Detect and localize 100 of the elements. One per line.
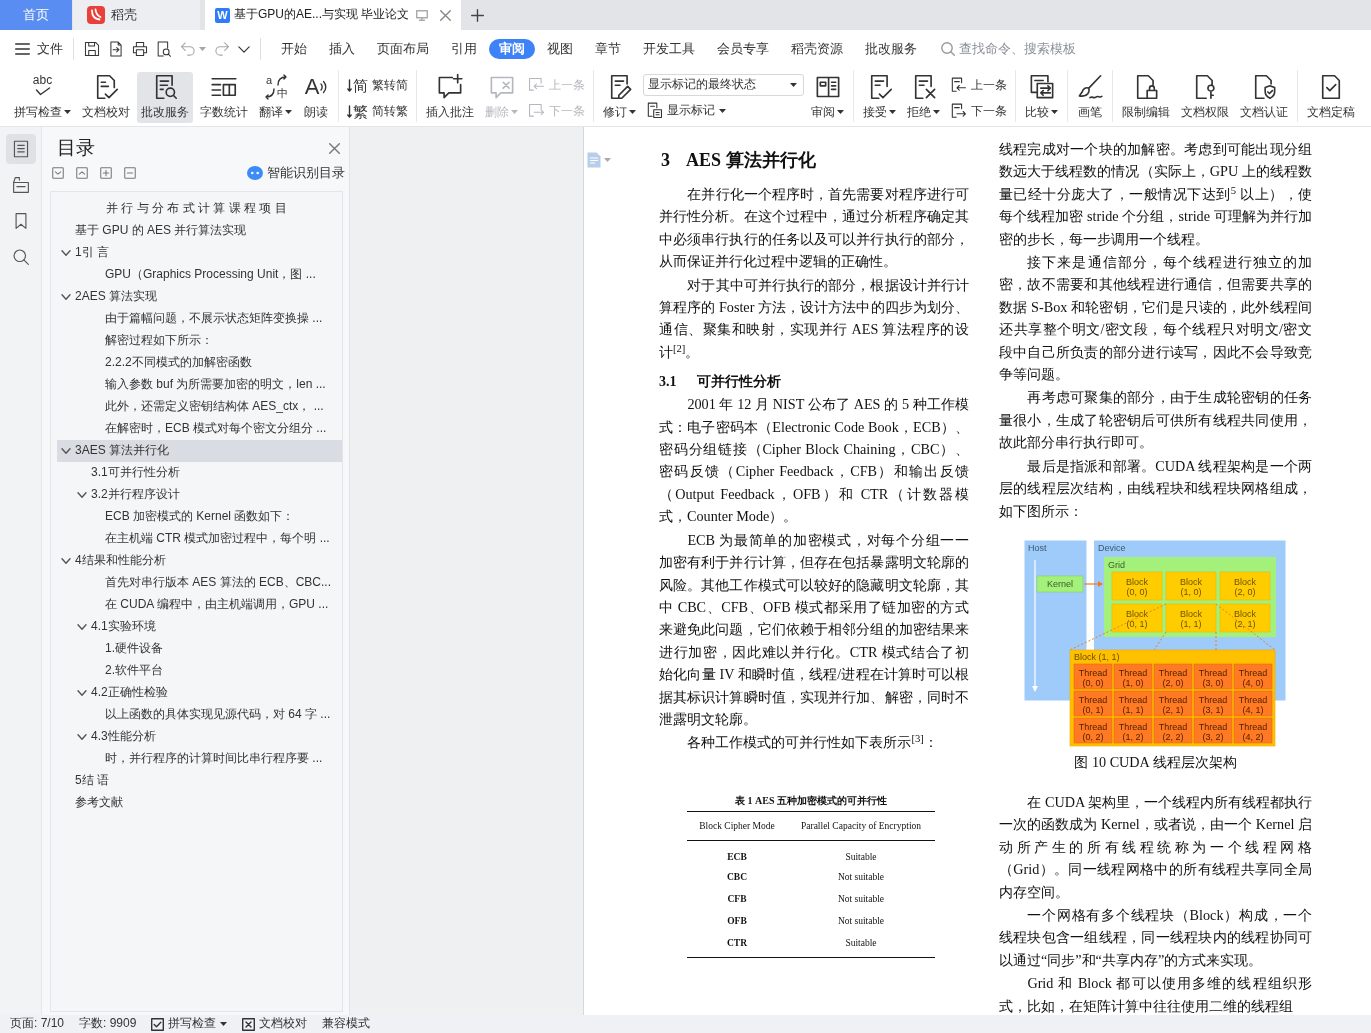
ribbon-button[interactable]: 比较 (1021, 72, 1062, 123)
document-arrow-icon[interactable] (108, 41, 124, 57)
ribbon-button[interactable]: abc 拼写检查 (10, 72, 75, 123)
sidebar-tab[interactable] (5, 134, 36, 164)
ribbon-button[interactable]: 接受 (859, 72, 900, 123)
toc-item[interactable]: ECB 加密模式的 Kernel 函数如下： (57, 506, 342, 528)
chevron-icon[interactable] (77, 624, 87, 630)
toc-item[interactable]: 基于 GPU 的 AES 并行算法实现 (57, 220, 342, 242)
table-cell-text: OFB (726, 915, 748, 929)
menu-tab[interactable]: 页面布局 (367, 39, 439, 59)
toc-item[interactable]: 1引 言 (57, 242, 342, 264)
ribbon-button[interactable]: A 朗读 (299, 72, 333, 123)
chevron-icon[interactable] (77, 690, 87, 696)
ribbon-small-button[interactable]: 下一条 (947, 100, 1010, 123)
close-icon[interactable] (440, 9, 452, 21)
chevron-down-icon[interactable] (238, 45, 250, 53)
toc-item[interactable]: 4.3性能分析 (57, 726, 342, 748)
toc-item[interactable]: 在主机端 CTR 模式加密过程中，每个明 ... (57, 528, 342, 550)
toc-item[interactable]: 此外，还需定义密钥结构体 AES_ctx， ... (57, 396, 342, 418)
smart-toc-button[interactable]: 智能识别目录 (247, 164, 345, 182)
ribbon-button[interactable]: 画笔 (1073, 72, 1107, 123)
ribbon-button[interactable]: 限制编辑 (1118, 72, 1174, 123)
chevron-icon[interactable] (77, 734, 87, 740)
ribbon-small-button[interactable]: 显示标记 (643, 99, 804, 122)
document-list-icon (11, 140, 30, 158)
menu-tab[interactable]: 引用 (441, 39, 487, 59)
save-icon[interactable] (84, 41, 100, 57)
ribbon-button[interactable]: 文档校对 (78, 72, 134, 123)
ribbon-button[interactable]: 修订 (599, 72, 640, 123)
menu-tab[interactable]: 插入 (319, 39, 365, 59)
toc-item[interactable]: 3.2并行程序设计 (57, 484, 342, 506)
ribbon-button[interactable]: 文档权限 (1177, 72, 1233, 123)
menu-tab[interactable]: 会员专享 (707, 39, 779, 59)
ribbon-small-button[interactable]: 上一条 (947, 74, 1010, 97)
ribbon-small-button[interactable]: 繁 简转繁 (344, 100, 411, 123)
menu-tab[interactable]: 稻壳资源 (781, 39, 853, 59)
toc-item[interactable]: 由于篇幅问题，不展示状态矩阵变换操 ... (57, 308, 342, 330)
body-paragraph: 在并行化一个程序时，首先需要对程序进行可并行性分析。在这个过程中，通过分析程序确定其中必须串行执行的任务以及可以并行执行的部分，从而保证并行化过程中逻辑的正确性。 (659, 185, 969, 272)
toc-item[interactable]: 1.硬件设备 (57, 638, 342, 660)
chevron-icon[interactable] (61, 294, 71, 300)
close-icon[interactable] (329, 142, 340, 154)
file-menu-button[interactable]: 文件 (15, 40, 63, 58)
ribbon-button[interactable]: 文档定稿 (1303, 72, 1359, 123)
toc-item[interactable]: 3AES 算法并行化 (57, 440, 342, 462)
caret-icon (837, 110, 844, 114)
body-paragraph: ECB 为最简单的加密模式，对每个分组一一加密有利于并行计算，但存在包括暴露明文轮廓的风险。其他工作模式可以较好的隐藏明文轮廓，其中 CBC、CFB、OFB 模式都采用了链加密的方式来避免此问题，它们依赖于相邻分组的加密结果来进行加密，因此难以并行化。CTR 模式结合了初始化向量 IV 和瞬时值，线程/进程在计算时可以根据其标识计算瞬时值，实现并行加、解密，同时不泄露明文轮廓。 (659, 530, 969, 729)
toc-item[interactable]: 在 CUDA 编程中，由主机端调用，GPU ... (57, 594, 342, 616)
block-node: Block (0, 1) (1111, 603, 1163, 633)
print-icon[interactable] (132, 41, 148, 57)
ribbon-button[interactable]: 插入批注 (422, 72, 478, 123)
toc-item[interactable]: 并 行 与 分 布 式 计 算 课 程 项 目 (57, 198, 342, 220)
ribbon-button[interactable]: 拒绝 (903, 72, 944, 123)
ribbon-button[interactable]: 字数统计 (196, 72, 252, 123)
toc-item[interactable]: 解密过程如下所示： (57, 330, 342, 352)
caret-icon (604, 158, 611, 162)
toc-item[interactable]: 2AES 算法实现 (57, 286, 342, 308)
toc-item[interactable]: 2.软件平台 (57, 660, 342, 682)
expand-all-icon[interactable] (52, 167, 64, 179)
menu-tab[interactable]: 审阅 (489, 39, 535, 59)
thread-cell: Thread (3, 1) (1193, 690, 1233, 717)
chevron-icon[interactable] (61, 558, 71, 564)
ribbon-small-button[interactable]: 简 繁转简 (344, 74, 411, 97)
toc-item[interactable]: 时，并行程序的计算时间比串行程序要 ... (57, 748, 342, 770)
ribbon-button[interactable]: 文档认证 (1236, 72, 1292, 123)
menu-tab[interactable]: 章节 (585, 39, 631, 59)
document-back-icon (950, 77, 967, 94)
document-magnifier-icon[interactable] (156, 41, 172, 57)
toc-item[interactable]: GPU（Graphics Processing Unit，图 ... (57, 264, 342, 286)
window-tab[interactable]: 稻壳 (73, 0, 200, 30)
toc-item[interactable]: 输入参数 buf 为所需要加密的明文，len ... (57, 374, 342, 396)
toc-item[interactable]: 5结 语 (57, 770, 342, 792)
window-tab[interactable]: W 基于GPU的AE...与实现 毕业论文 (205, 0, 462, 30)
status-button[interactable]: 拼写检查 (151, 1016, 228, 1032)
collapse-all-icon[interactable] (76, 167, 88, 179)
toc-item[interactable]: 首先对串行版本 AES 算法的 ECB、CBC... (57, 572, 342, 594)
toc-item[interactable]: 参考文献 (57, 792, 342, 814)
ribbon-button[interactable]: 审阅 (807, 72, 848, 123)
chevron-icon[interactable] (61, 448, 71, 454)
toc-item[interactable]: 以上函数的具体实现见源代码，对 64 字 ... (57, 704, 342, 726)
plus-square-icon[interactable] (100, 167, 112, 179)
menu-tab[interactable]: 开发工具 (633, 39, 705, 59)
toc-item[interactable]: 4.1实验环境 (57, 616, 342, 638)
toc-item[interactable]: 3.1可并行性分析 (57, 462, 342, 484)
minus-square-icon[interactable] (124, 167, 136, 179)
toc-item[interactable]: 4.2正确性检验 (57, 682, 342, 704)
search-field[interactable]: 查找命令、搜索模板 (959, 40, 1091, 58)
ribbon-button[interactable]: 批改服务 (137, 72, 193, 123)
plus-icon[interactable] (471, 9, 485, 22)
chevron-icon[interactable] (61, 250, 71, 256)
caret-icon (220, 1022, 228, 1026)
toc-item[interactable]: 在解密时，ECB 模式对每个密文分组分 ... (57, 418, 342, 440)
toc-item[interactable]: 2.2.2不同模式的加解密函数 (57, 352, 342, 374)
chevron-icon[interactable] (77, 492, 87, 498)
markup-mode-dropdown[interactable]: 显示标记的最终状态 (643, 74, 804, 96)
ribbon-button[interactable]: a 中 翻译 (255, 72, 296, 123)
menu-tab[interactable]: 开始 (271, 39, 317, 59)
status-button[interactable]: 文档校对 (242, 1016, 308, 1032)
menu-tab[interactable]: 视图 (537, 39, 583, 59)
toc-item[interactable]: 4结果和性能分析 (57, 550, 342, 572)
menu-tab[interactable]: 批改服务 (855, 39, 927, 59)
